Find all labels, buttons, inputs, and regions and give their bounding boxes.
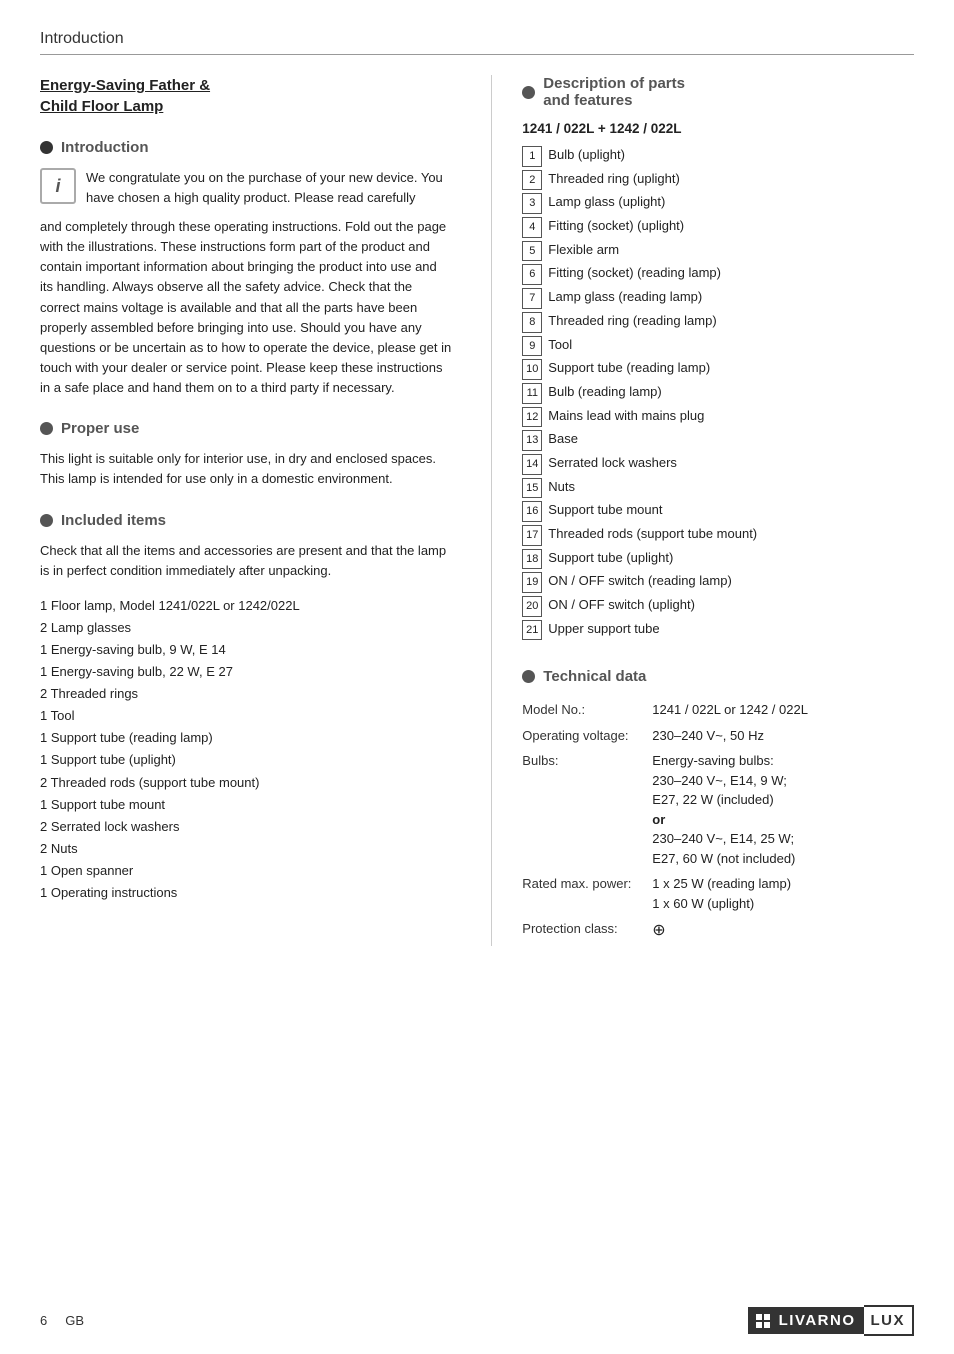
tech-value: 1 x 25 W (reading lamp)1 x 60 W (uplight… [652,871,914,916]
list-item: 14Serrated lock washers [522,452,914,475]
page-footer: 6 GB LIVARNO LUX [40,1305,914,1336]
logo-lux: LUX [871,1312,906,1329]
list-item: 2 Lamp glasses [40,617,451,639]
list-item: 5Flexible arm [522,239,914,262]
table-row: Operating voltage: 230–240 V~, 50 Hz [522,723,914,749]
list-item: 1 Energy-saving bulb, 9 W, E 14 [40,639,451,661]
list-item: 1 Tool [40,705,451,727]
list-item: 17Threaded rods (support tube mount) [522,523,914,546]
list-item: 18Support tube (uplight) [522,547,914,570]
technical-heading: Technical data [522,668,914,685]
proper-use-body: This light is suitable only for interior… [40,449,451,489]
parts-list: 1Bulb (uplight) 2Threaded ring (uplight)… [522,144,914,640]
list-item: 1Bulb (uplight) [522,144,914,167]
list-item: 2 Nuts [40,838,451,860]
left-column: Energy-Saving Father &Child Floor Lamp I… [40,75,461,946]
included-items-section: Included items Check that all the items … [40,512,451,905]
list-item: 2 Threaded rings [40,683,451,705]
description-bullet [522,86,535,99]
tech-label: Bulbs: [522,748,652,871]
technical-heading-text: Technical data [543,668,646,685]
introduction-info-box: i We congratulate you on the purchase of… [40,168,451,207]
list-item: 10Support tube (reading lamp) [522,357,914,380]
introduction-section: Introduction i We congratulate you on th… [40,139,451,398]
description-heading: Description of partsand features [522,75,914,109]
list-item: 8Threaded ring (reading lamp) [522,310,914,333]
proper-use-heading-text: Proper use [61,420,139,437]
technical-section: Technical data Model No.: 1241 / 022L or… [522,668,914,946]
list-item: 16Support tube mount [522,499,914,522]
technical-bullet [522,670,535,683]
logo-grid-icon [756,1314,770,1328]
included-items-list: 1 Floor lamp, Model 1241/022L or 1242/02… [40,595,451,904]
introduction-first-para: We congratulate you on the purchase of y… [86,168,451,207]
list-item: 1 Open spanner [40,860,451,882]
brand-logo: LIVARNO LUX [748,1305,914,1336]
list-item: 7Lamp glass (reading lamp) [522,286,914,309]
language-label: GB [65,1313,84,1328]
table-row: Protection class: ⊕ [522,916,914,946]
proper-use-bullet [40,422,53,435]
table-row: Model No.: 1241 / 022L or 1242 / 022L [522,697,914,723]
list-item: 3Lamp glass (uplight) [522,191,914,214]
page-header-title: Introduction [40,30,124,47]
tech-label: Operating voltage: [522,723,652,749]
list-item: 15Nuts [522,476,914,499]
introduction-heading-text: Introduction [61,139,148,156]
proper-use-heading: Proper use [40,420,451,437]
tech-label: Rated max. power: [522,871,652,916]
list-item: 21Upper support tube [522,618,914,641]
list-item: 4Fitting (socket) (uplight) [522,215,914,238]
list-item: 1 Floor lamp, Model 1241/022L or 1242/02… [40,595,451,617]
introduction-heading: Introduction [40,139,451,156]
description-section: Description of partsand features 1241 / … [522,75,914,640]
list-item: 2Threaded ring (uplight) [522,168,914,191]
info-icon: i [40,168,76,204]
list-item: 20ON / OFF switch (uplight) [522,594,914,617]
list-item: 11Bulb (reading lamp) [522,381,914,404]
list-item: 13Base [522,428,914,451]
list-item: 1 Support tube mount [40,794,451,816]
page-number: 6 [40,1313,47,1328]
introduction-body: and completely through these operating i… [40,217,451,398]
list-item: 2 Threaded rods (support tube mount) [40,772,451,794]
tech-value: Energy-saving bulbs: 230–240 V~, E14, 9 … [652,748,914,871]
list-item: 1 Operating instructions [40,882,451,904]
introduction-bullet [40,141,53,154]
tech-value: 1241 / 022L or 1242 / 022L [652,697,914,723]
parts-model-label: 1241 / 022L + 1242 / 022L [522,121,914,136]
included-items-heading: Included items [40,512,451,529]
logo-livarno: LIVARNO [779,1312,856,1329]
included-items-heading-text: Included items [61,512,166,529]
tech-value: 230–240 V~, 50 Hz [652,723,914,749]
included-items-intro: Check that all the items and accessories… [40,541,451,581]
description-heading-text: Description of partsand features [543,75,685,109]
tech-label: Protection class: [522,916,652,946]
list-item: 19ON / OFF switch (reading lamp) [522,570,914,593]
technical-table: Model No.: 1241 / 022L or 1242 / 022L Op… [522,697,914,946]
right-column: Description of partsand features 1241 / … [491,75,914,946]
included-items-bullet [40,514,53,527]
list-item: 2 Serrated lock washers [40,816,451,838]
table-row: Rated max. power: 1 x 25 W (reading lamp… [522,871,914,916]
list-item: 12Mains lead with mains plug [522,405,914,428]
proper-use-section: Proper use This light is suitable only f… [40,420,451,489]
table-row: Bulbs: Energy-saving bulbs: 230–240 V~, … [522,748,914,871]
list-item: 1 Support tube (uplight) [40,749,451,771]
product-title: Energy-Saving Father &Child Floor Lamp [40,75,451,117]
page-header: Introduction [40,30,914,55]
list-item: 9Tool [522,334,914,357]
footer-page-info: 6 GB [40,1313,84,1328]
tech-label: Model No.: [522,697,652,723]
tech-value: ⊕ [652,916,914,946]
list-item: 1 Support tube (reading lamp) [40,727,451,749]
list-item: 6Fitting (socket) (reading lamp) [522,262,914,285]
list-item: 1 Energy-saving bulb, 22 W, E 27 [40,661,451,683]
ground-symbol: ⊕ [652,922,665,939]
